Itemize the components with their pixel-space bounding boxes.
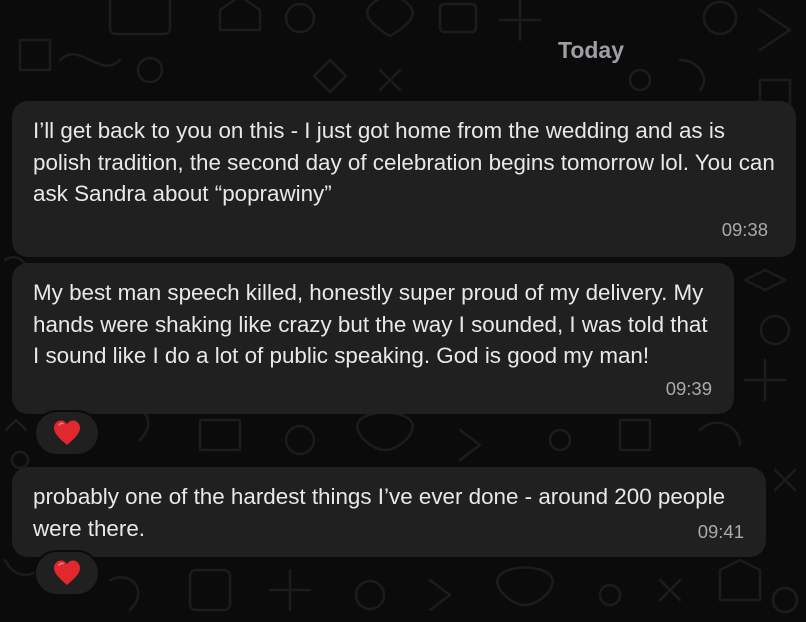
message-bubble[interactable]: My best man speech killed, honestly supe… [12, 263, 734, 414]
date-separator: Today [557, 37, 625, 63]
message-text: My best man speech killed, honestly supe… [33, 280, 708, 368]
message-timestamp: 09:39 [665, 377, 712, 399]
message-text: I’ll get back to you on this - I just go… [33, 118, 775, 206]
red-heart-icon [54, 420, 80, 445]
reaction-badge[interactable] [34, 410, 100, 456]
message-bubble[interactable]: I’ll get back to you on this - I just go… [12, 101, 796, 257]
message-text: probably one of the hardest things I’ve … [33, 484, 726, 541]
message-bubble[interactable]: probably one of the hardest things I’ve … [12, 467, 766, 557]
red-heart-icon [54, 560, 80, 585]
message-timestamp: 09:38 [721, 218, 768, 240]
reaction-badge[interactable] [34, 550, 100, 596]
message-timestamp: 09:41 [697, 520, 744, 542]
